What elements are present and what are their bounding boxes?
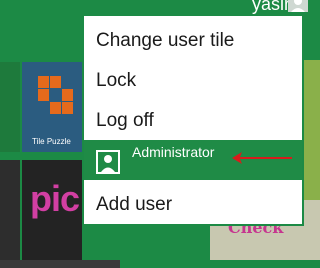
current-user-name[interactable]: yasir	[252, 0, 290, 15]
tile-left-green[interactable]	[0, 62, 20, 152]
menu-item-lock[interactable]: Lock	[84, 62, 302, 100]
tile-left-dark[interactable]	[0, 160, 20, 260]
user-menu: Change user tile Lock Log off Administra…	[82, 14, 304, 226]
tile-pic-text: pic	[30, 178, 80, 219]
puzzle-icon	[38, 76, 74, 116]
menu-item-change-user-tile[interactable]: Change user tile	[84, 22, 302, 60]
user-icon	[96, 150, 120, 174]
red-arrow-icon	[232, 152, 292, 164]
menu-item-add-user[interactable]: Add user	[84, 186, 302, 224]
administrator-label: Administrator	[132, 144, 215, 160]
tile-pic[interactable]: pic	[22, 160, 82, 260]
current-user-avatar[interactable]	[288, 0, 308, 12]
top-bar: yasir	[0, 0, 320, 14]
tile-puzzle-label: Tile Puzzle	[32, 137, 71, 146]
tile-bottom[interactable]	[0, 260, 120, 268]
menu-item-log-off[interactable]: Log off	[84, 102, 302, 140]
tile-puzzle[interactable]: Tile Puzzle	[22, 62, 82, 152]
menu-item-administrator[interactable]: Administrator	[84, 140, 302, 180]
